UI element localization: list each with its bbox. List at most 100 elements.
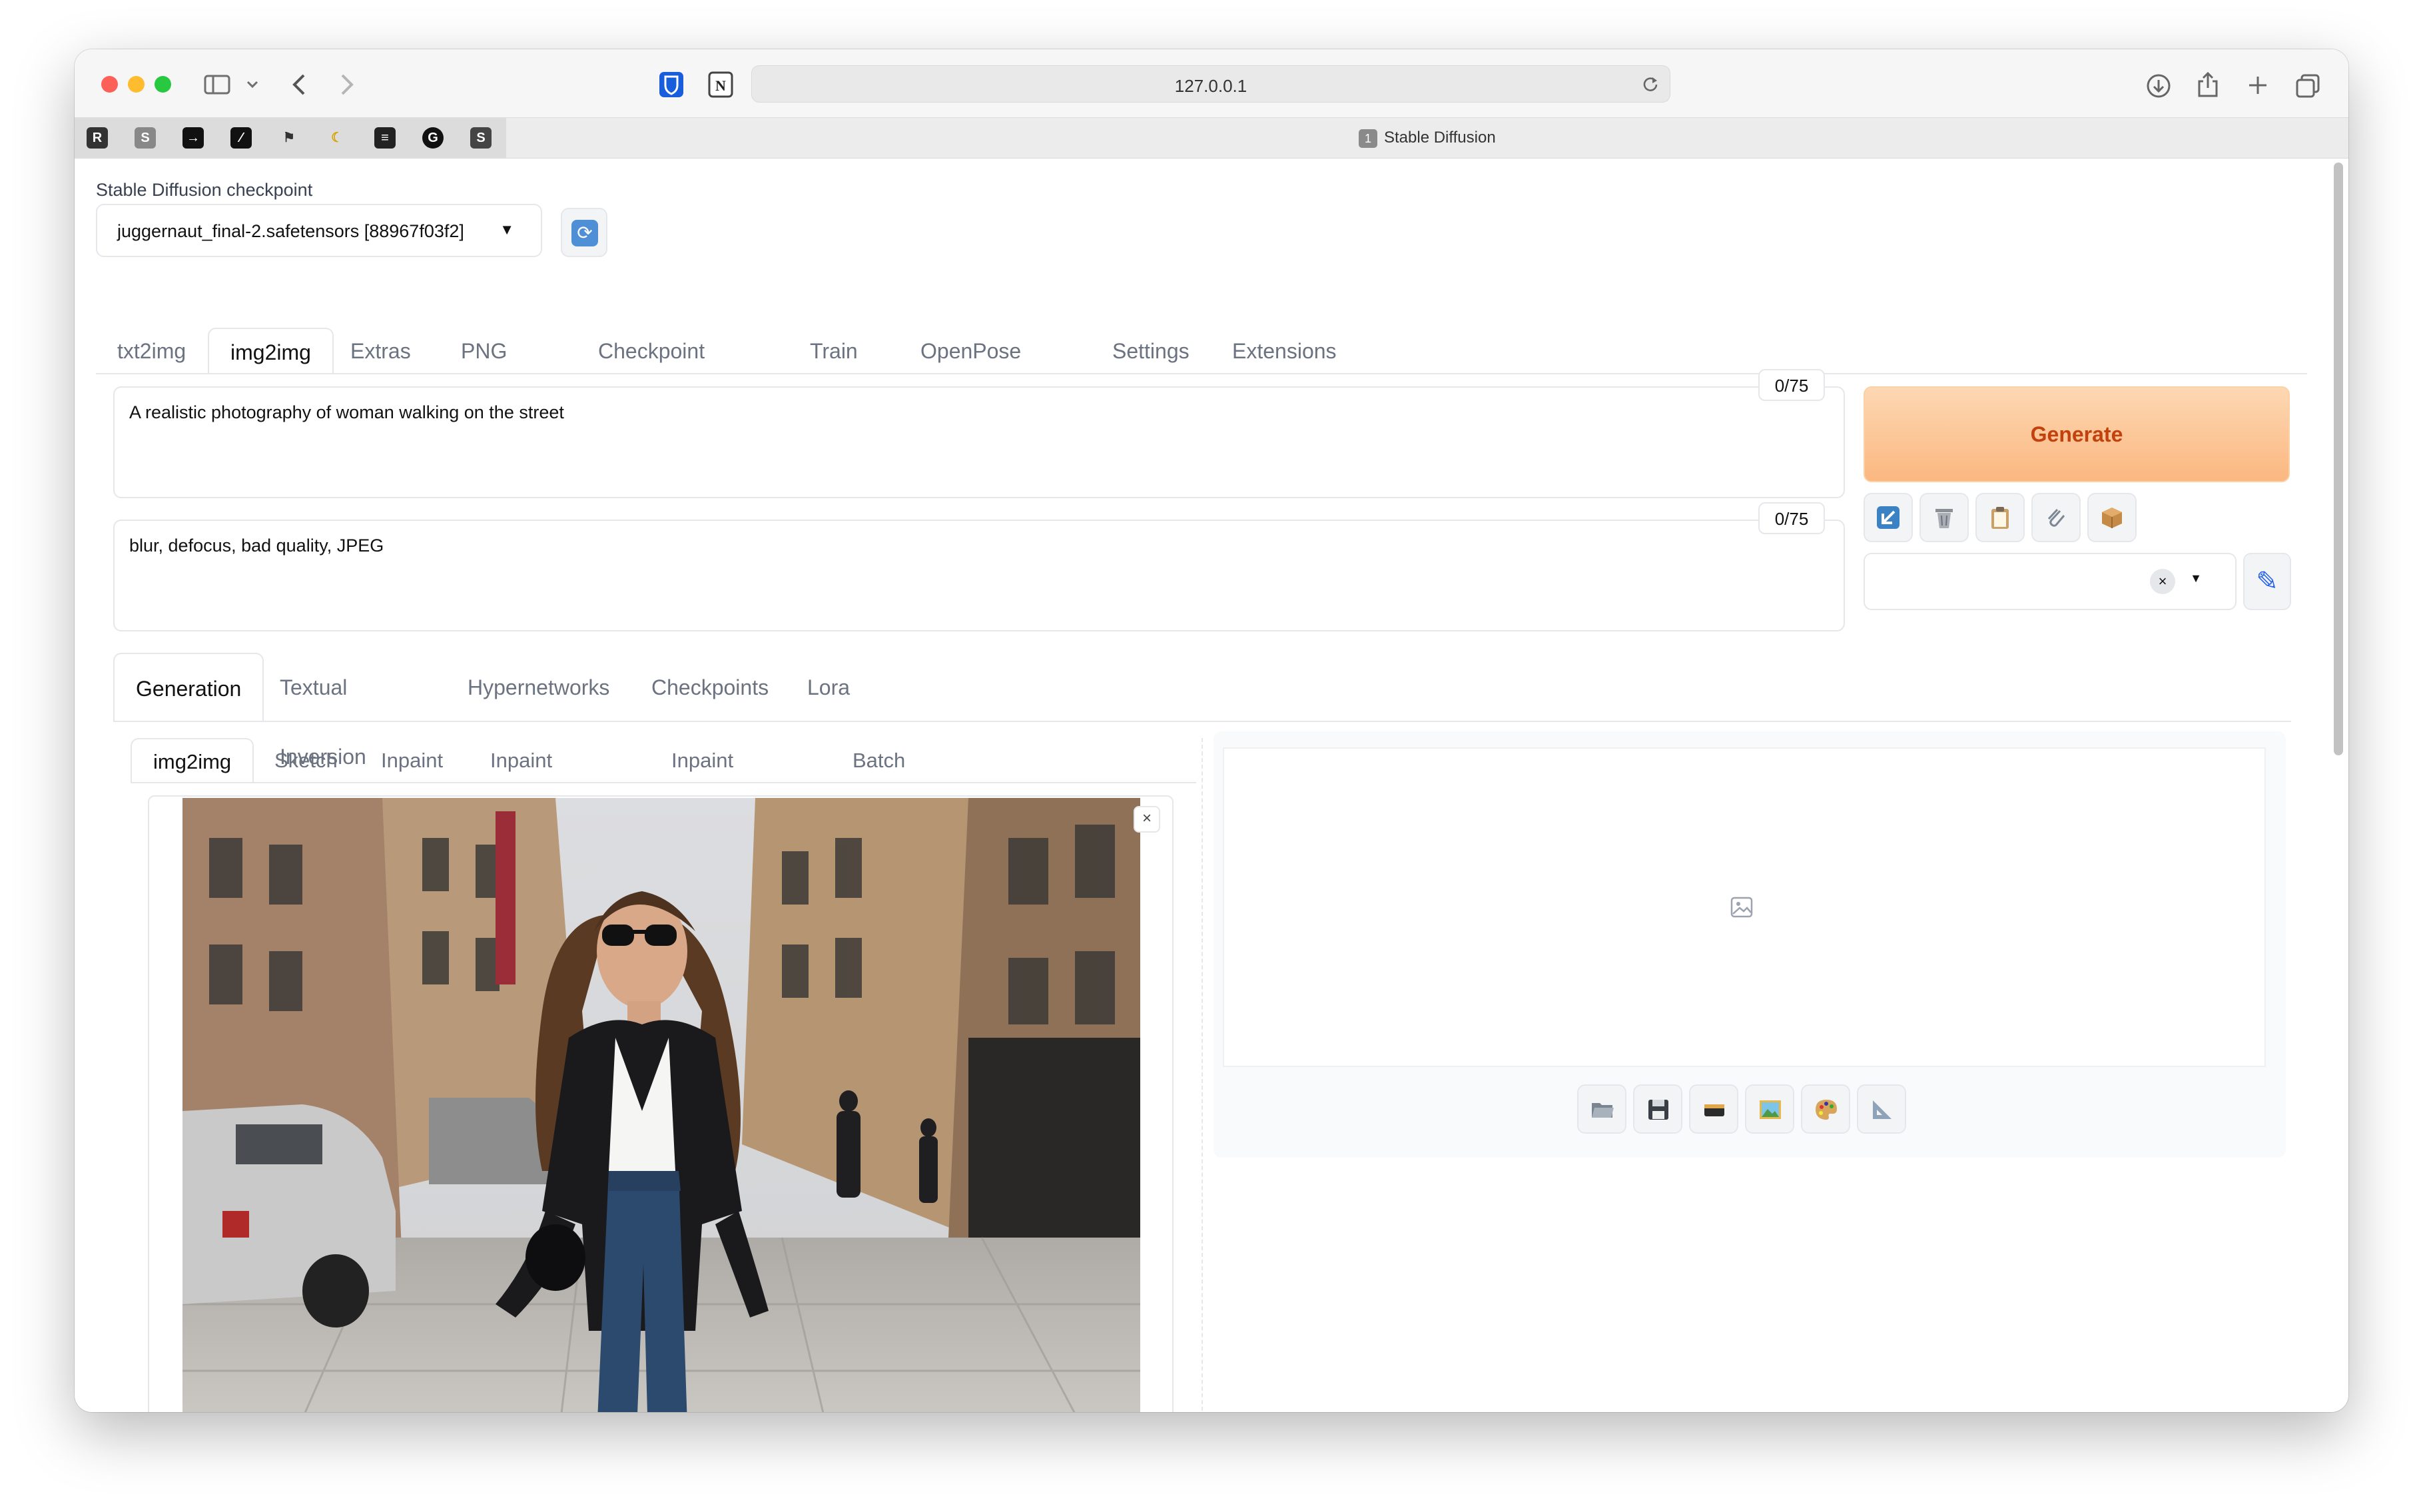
pinned-tab-r[interactable]: R — [87, 127, 108, 149]
folder-icon — [1592, 1103, 1614, 1118]
downloads-icon[interactable] — [2146, 73, 2171, 99]
edit-styles-button[interactable]: ✎ — [2243, 553, 2291, 610]
pinned-tab-g[interactable]: G — [422, 127, 444, 149]
tab-inpaint[interactable]: Inpaint — [360, 738, 464, 783]
new-tab-icon[interactable] — [2247, 75, 2268, 96]
pinned-tab-flag[interactable]: ⚑ — [278, 127, 300, 149]
negative-prompt-textarea[interactable]: blur, defocus, bad quality, JPEG — [113, 520, 1845, 631]
open-folder-button[interactable] — [1577, 1084, 1626, 1134]
remove-image-button[interactable]: × — [1134, 806, 1160, 833]
arrow-up-left-icon — [1877, 506, 1900, 529]
browser-tab-bar: R S → ⁄ ⚑ ☾ ≡ G S 1 Stable Diffusion — [75, 117, 2348, 159]
tab-textual-inversion[interactable]: Textual Inversion — [258, 653, 388, 769]
active-browser-tab[interactable]: 1 Stable Diffusion — [1359, 129, 1496, 148]
caret-down-icon: ▼ — [500, 221, 514, 238]
close-window-button[interactable] — [101, 76, 118, 93]
checkpoint-label: Stable Diffusion checkpoint — [96, 180, 313, 200]
chevron-down-icon[interactable] — [246, 80, 258, 89]
tab-title: Stable Diffusion — [1384, 129, 1496, 147]
read-params-button[interactable] — [1864, 493, 1913, 542]
address-bar[interactable]: 127.0.0.1 — [751, 65, 1670, 103]
trash-icon — [1935, 509, 1953, 528]
minimize-window-button[interactable] — [128, 76, 145, 93]
caret-down-icon: ▼ — [2190, 571, 2202, 585]
package-icon — [2102, 508, 2122, 528]
image-icon — [1760, 1100, 1781, 1119]
checkpoint-value: juggernaut_final-2.safetensors [88967f03… — [117, 221, 464, 241]
notion-icon[interactable]: N — [707, 71, 734, 99]
tab-extras[interactable]: Extras — [329, 328, 432, 374]
tab-checkpoint-merger[interactable]: Checkpoint Merger — [577, 328, 726, 410]
tab-openpose-editor[interactable]: OpenPose Editor — [899, 328, 1042, 410]
checkpoint-dropdown[interactable]: juggernaut_final-2.safetensors [88967f03… — [96, 204, 542, 257]
page-scrollbar[interactable] — [2334, 163, 2343, 755]
tab-overview-icon[interactable] — [2295, 73, 2320, 99]
brush-icon: ✎ — [2256, 567, 2278, 596]
save-button[interactable] — [1633, 1084, 1682, 1134]
send-to-extras-button[interactable] — [1857, 1084, 1906, 1134]
share-icon[interactable] — [2197, 71, 2219, 99]
zip-icon — [1704, 1104, 1724, 1116]
close-icon: × — [1142, 809, 1152, 827]
tab-inpaint-sketch[interactable]: Inpaint sketch — [469, 738, 573, 817]
zip-button[interactable] — [1689, 1084, 1738, 1134]
negative-token-counter: 0/75 — [1758, 502, 1825, 534]
tab-hypernetworks[interactable]: Hypernetworks — [446, 653, 631, 722]
output-image-area[interactable] — [1223, 747, 2266, 1067]
browser-window: N 127.0.0.1 R S → ⁄ ⚑ ☾ ≡ G S 1 Stable D… — [75, 49, 2348, 1412]
tab-inpaint-upload[interactable]: Inpaint upload — [650, 738, 755, 817]
pinned-tab-s2[interactable]: S — [470, 127, 492, 149]
pinned-tab-s[interactable]: S — [135, 127, 156, 149]
send-to-img2img-button[interactable] — [1745, 1084, 1794, 1134]
tab-img2img-mode[interactable]: img2img — [131, 738, 254, 783]
styles-dropdown[interactable]: × ▼ — [1864, 553, 2237, 610]
palette-icon — [1816, 1100, 1837, 1120]
pinned-tab-banana[interactable]: ☾ — [326, 127, 348, 149]
generate-button[interactable]: Generate — [1864, 386, 2290, 482]
refresh-icon: ⟳ — [571, 220, 598, 246]
tab-batch[interactable]: Batch — [831, 738, 926, 783]
pinned-tab-list[interactable]: ≡ — [374, 127, 396, 149]
url-text: 127.0.0.1 — [1174, 76, 1247, 96]
back-icon[interactable] — [292, 73, 306, 96]
tab-generation[interactable]: Generation — [113, 653, 264, 722]
sidebar-toggle-icon[interactable] — [204, 75, 230, 95]
negative-prompt-text: blur, defocus, bad quality, JPEG — [129, 536, 384, 556]
tab-sketch[interactable]: Sketch — [253, 738, 359, 783]
bitwarden-icon[interactable] — [658, 71, 685, 99]
tab-txt2img[interactable]: txt2img — [96, 328, 207, 374]
forward-icon[interactable] — [340, 73, 354, 96]
tab-train[interactable]: Train — [789, 328, 879, 374]
svg-text:N: N — [715, 77, 726, 94]
extra-networks-button[interactable] — [2031, 493, 2081, 542]
clear-prompt-button[interactable] — [1919, 493, 1969, 542]
clipboard-icon — [1991, 507, 2009, 529]
apply-styles-button[interactable] — [1975, 493, 2025, 542]
page-content: Stable Diffusion checkpoint juggernaut_f… — [75, 159, 2348, 1412]
paperclip-icon — [2047, 508, 2065, 527]
maximize-window-button[interactable] — [155, 76, 171, 93]
title-bar: N 127.0.0.1 — [75, 49, 2348, 117]
send-to-inpaint-button[interactable] — [1801, 1084, 1850, 1134]
refresh-checkpoint-button[interactable]: ⟳ — [561, 208, 607, 257]
pinned-tab-arrow[interactable]: → — [182, 127, 204, 149]
tab-png-info[interactable]: PNG Info — [440, 328, 528, 410]
save-icon — [1648, 1100, 1668, 1120]
image-placeholder-icon — [1730, 897, 1753, 918]
prompt-token-counter: 0/75 — [1758, 369, 1825, 401]
tabs-divider — [96, 373, 2307, 374]
prompt-textarea[interactable]: A realistic photography of woman walking… — [113, 386, 1845, 498]
reload-icon[interactable] — [1642, 75, 1659, 93]
image-tabs-divider — [131, 782, 1196, 783]
tab-checkpoints[interactable]: Checkpoints — [630, 653, 790, 722]
input-image[interactable] — [182, 798, 1140, 1412]
tab-settings[interactable]: Settings — [1091, 328, 1211, 374]
tab-extensions[interactable]: Extensions — [1211, 328, 1358, 374]
pinned-tabs: R S → ⁄ ⚑ ☾ ≡ G S — [75, 118, 506, 158]
clear-selection-icon[interactable]: × — [2150, 569, 2175, 594]
pinned-tab-slash[interactable]: ⁄ — [230, 127, 252, 149]
tab-img2img[interactable]: img2img — [208, 328, 334, 374]
tab-lora[interactable]: Lora — [786, 653, 871, 722]
save-style-button[interactable] — [2087, 493, 2137, 542]
tab-number-badge: 1 — [1359, 129, 1377, 148]
